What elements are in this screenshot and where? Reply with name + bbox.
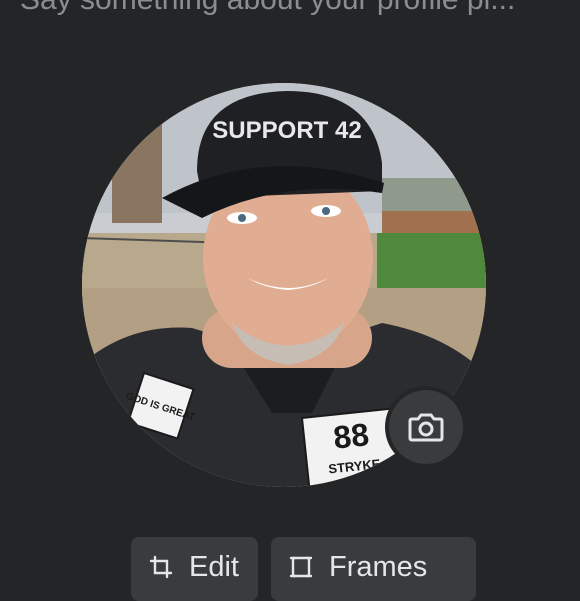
cap-text: SUPPORT 42	[212, 117, 361, 144]
right-patch-number: 88	[332, 416, 371, 456]
edit-label: Edit	[189, 551, 239, 583]
camera-icon	[408, 413, 444, 442]
frames-button[interactable]: Frames	[271, 537, 476, 601]
frames-label: Frames	[329, 551, 428, 583]
camera-icon-wrap[interactable]	[389, 390, 463, 464]
frame-icon	[289, 550, 315, 584]
caption-placeholder[interactable]: Say something about your profile pi...	[20, 0, 580, 20]
change-photo-button[interactable]	[385, 386, 467, 468]
edit-button[interactable]: Edit	[131, 537, 258, 601]
crop-icon	[149, 550, 175, 584]
